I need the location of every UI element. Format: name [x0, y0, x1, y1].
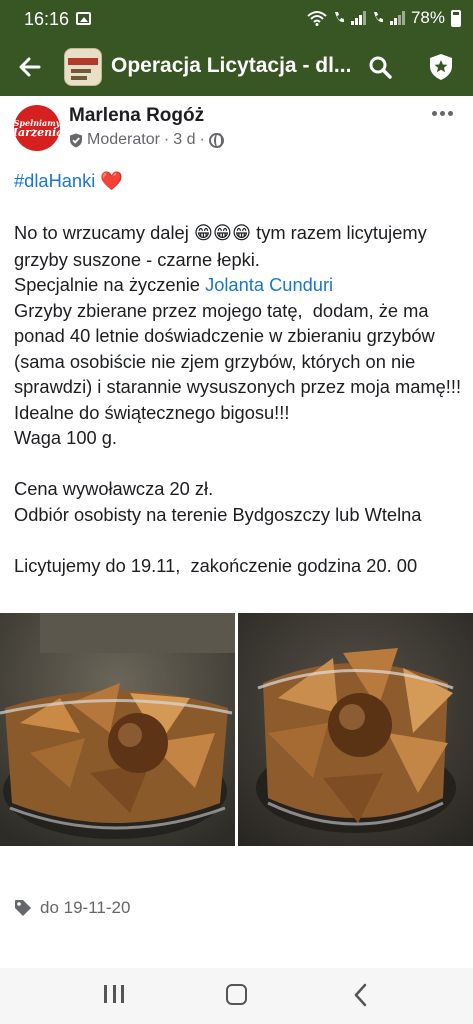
- author-role: Moderator: [87, 131, 160, 148]
- post-line-4: Waga 100 g.: [14, 427, 117, 448]
- app-bar: Operacja Licytacja - dl...: [0, 38, 473, 96]
- post-line-3: Grzyby zbierane przez mojego tatę, dodam…: [14, 299, 467, 423]
- wifi-icon: [307, 11, 327, 26]
- battery-percent: 78%: [410, 8, 445, 27]
- post-tag[interactable]: do 19-11-20: [14, 898, 130, 918]
- signal-sim2-icon: [389, 11, 405, 25]
- recent-apps-button[interactable]: [104, 985, 124, 1005]
- status-time: 16:16: [24, 9, 70, 29]
- post-line-7: Licytujemy do 19.11, zakończenie godzina…: [14, 554, 418, 576]
- moderator-badge-icon: [70, 133, 82, 147]
- status-bar: 16:16 78%: [0, 0, 473, 38]
- group-title[interactable]: Operacja Licytacja - dl...: [111, 54, 356, 78]
- signal-sim1-icon: [350, 11, 366, 25]
- system-back-button[interactable]: [350, 982, 372, 1008]
- search-icon: [369, 56, 392, 79]
- call-sim1-icon: [334, 12, 344, 23]
- back-button[interactable]: [14, 51, 46, 83]
- group-thumbnail[interactable]: [64, 48, 102, 86]
- meta-separator: ·: [199, 131, 205, 148]
- arrow-left-icon: [19, 57, 41, 77]
- post-photos: [0, 613, 473, 846]
- avatar-text-bottom: Marzenia!: [14, 125, 60, 139]
- battery-icon: [451, 9, 461, 27]
- post-line-6: Odbiór osobisty na terenie Bydgoszczy lu…: [14, 503, 422, 525]
- post-time[interactable]: 3 d: [173, 131, 195, 149]
- call-sim2-icon: [373, 12, 383, 23]
- tag-icon: [15, 900, 31, 916]
- status-icons: 78%: [307, 8, 461, 28]
- meta-separator: ·: [163, 131, 170, 148]
- author-name[interactable]: Marlena Rogóż: [69, 105, 204, 127]
- post-line-5: Cena wywoławcza 20 zł.: [14, 478, 214, 499]
- author-avatar[interactable]: Spełniamy Marzenia!: [14, 105, 60, 151]
- post-line-1-start: No to wrzucamy dalej: [14, 222, 194, 243]
- gallery-notification-icon: [76, 12, 91, 25]
- post-text: #dlaHanki ❤️ No to wrzucamy dalej 😁😁😁 ty…: [14, 168, 464, 578]
- tag-label: do 19-11-20: [40, 898, 131, 917]
- post-line-2-start: Specjalnie na życzenie: [14, 274, 206, 295]
- hashtag-link[interactable]: #dlaHanki: [14, 170, 95, 191]
- more-dots-icon: [431, 110, 437, 116]
- search-button[interactable]: [364, 51, 396, 83]
- heart-emoji: ❤️: [100, 171, 124, 192]
- home-button[interactable]: [226, 984, 247, 1005]
- system-nav-bar: [0, 968, 473, 1024]
- globe-icon: [208, 132, 224, 148]
- mushroom-photo-1[interactable]: [0, 613, 235, 846]
- admin-tools-button[interactable]: [425, 50, 457, 84]
- mushroom-photo-2[interactable]: [238, 613, 473, 846]
- post-meta: Moderator · 3 d ·: [69, 131, 224, 149]
- grinning-emoji: 😁😁😁: [193, 223, 252, 244]
- post-more-button[interactable]: [428, 104, 456, 122]
- shield-star-icon: [430, 54, 452, 80]
- mention-link[interactable]: Jolanta Cunduri: [205, 274, 333, 295]
